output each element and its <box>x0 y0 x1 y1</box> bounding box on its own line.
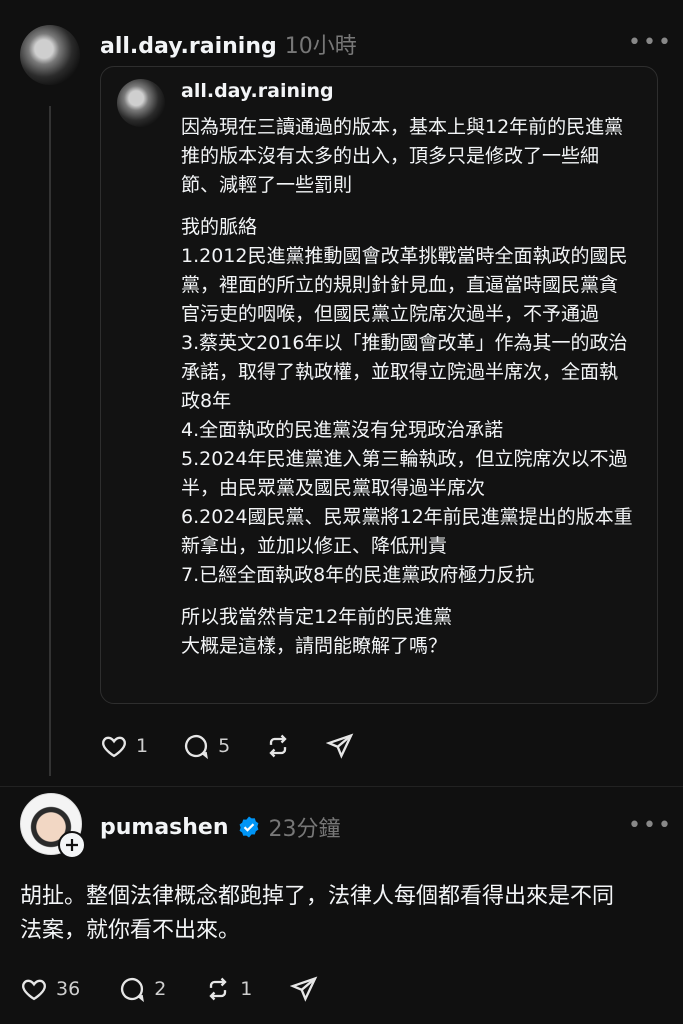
follow-button[interactable] <box>58 831 86 859</box>
send-icon <box>290 976 318 1002</box>
verified-badge-icon <box>237 815 261 839</box>
post-text: 胡扯。整個法律概念都跑掉了，法律人每個都看得出來是不同法案，就你看不出來。 <box>20 884 615 943</box>
heart-icon <box>22 979 46 1001</box>
repost-icon <box>209 977 227 1001</box>
more-options-icon[interactable]: ••• <box>628 30 673 55</box>
reply-button[interactable]: 2 <box>118 975 166 1003</box>
repost-button[interactable] <box>264 732 292 760</box>
paragraph: 所以我當然肯定12年前的民進黨 大概是這樣，請問能瞭解了嗎？ <box>181 606 453 657</box>
username[interactable]: pumashen <box>100 815 229 840</box>
quoted-username[interactable]: all.day.raining <box>181 80 334 102</box>
avatar-container[interactable] <box>20 793 86 859</box>
quoted-avatar <box>117 79 165 127</box>
reply-count: 5 <box>218 735 231 757</box>
timestamp: 10小時 <box>284 34 357 59</box>
reply-count: 2 <box>154 978 167 1000</box>
avatar[interactable] <box>20 25 80 85</box>
action-bar: 36 2 1 <box>20 975 318 1003</box>
thread-line <box>49 106 51 776</box>
more-options-icon[interactable]: ••• <box>628 813 673 838</box>
comment-icon <box>121 978 145 1003</box>
reply-button[interactable]: 5 <box>182 732 230 760</box>
like-button[interactable]: 36 <box>20 975 80 1003</box>
comment-icon <box>185 735 209 760</box>
repost-button[interactable]: 1 <box>204 975 252 1003</box>
plus-icon <box>66 839 78 851</box>
divider <box>0 786 683 787</box>
heart-icon <box>102 736 126 758</box>
send-icon <box>326 733 354 759</box>
like-count: 1 <box>136 735 149 757</box>
post-header: pumashen 23分鐘 <box>100 811 341 843</box>
quoted-post[interactable]: all.day.raining 因為現在三讀通過的版本，基本上與12年前的民進黨… <box>100 66 658 704</box>
like-button[interactable]: 1 <box>100 732 148 760</box>
action-bar: 1 5 <box>100 732 354 760</box>
username[interactable]: all.day.raining <box>100 34 277 59</box>
quoted-text: 因為現在三讀通過的版本，基本上與12年前的民進黨推的版本沒有太多的出入，頂多只是… <box>181 113 635 661</box>
paragraph: 我的脈絡 1.2012民進黨推動國會改革挑戰當時全面執政的國民黨，裡面的所立的規… <box>181 216 633 586</box>
repost-count: 1 <box>240 978 253 1000</box>
post-header: all.day.raining 10小時 <box>100 28 357 60</box>
like-count: 36 <box>56 978 81 1000</box>
share-button[interactable] <box>326 732 354 760</box>
repost-icon <box>269 734 287 758</box>
timestamp: 23分鐘 <box>268 817 341 842</box>
share-button[interactable] <box>290 975 318 1003</box>
paragraph: 因為現在三讀通過的版本，基本上與12年前的民進黨推的版本沒有太多的出入，頂多只是… <box>181 116 624 196</box>
